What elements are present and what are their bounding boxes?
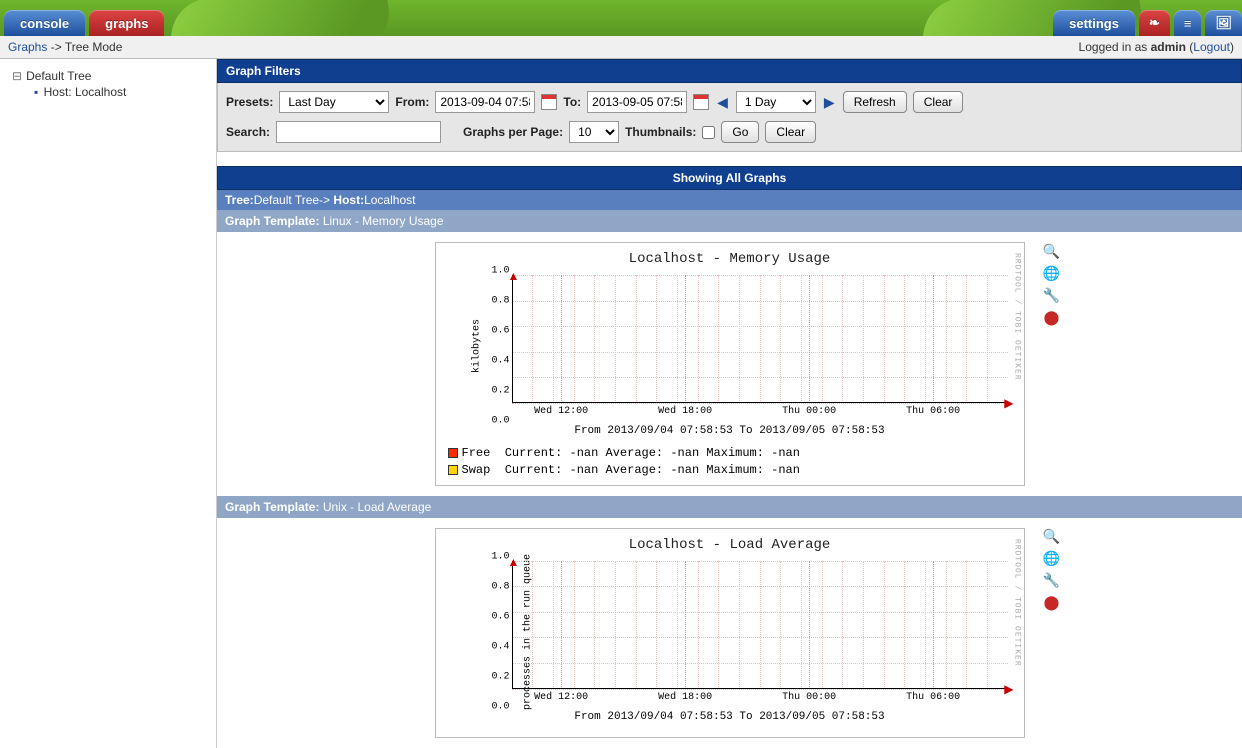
tree-root-label: Default Tree [26, 69, 91, 83]
logout-link[interactable]: Logout [1193, 40, 1230, 54]
graph-timerange: From 2013/09/04 07:58:53 To 2013/09/05 0… [444, 711, 1016, 723]
from-input[interactable] [435, 91, 535, 113]
login-user: admin [1151, 40, 1186, 54]
edit-icon[interactable]: 🔧 [1044, 573, 1060, 589]
calendar-icon[interactable] [693, 94, 709, 110]
arrow-right-icon: ▶ [1004, 682, 1013, 696]
go-button[interactable]: Go [721, 121, 759, 143]
csv-export-icon[interactable]: 🌐 [1044, 265, 1060, 281]
to-input[interactable] [587, 91, 687, 113]
edit-icon[interactable]: 🔧 [1044, 287, 1060, 303]
filters-header: Graph Filters [217, 59, 1242, 83]
list-icon: ≡ [1184, 16, 1192, 31]
host-value: Localhost [364, 193, 415, 207]
presets-label: Presets: [226, 95, 273, 109]
list-view-icon[interactable]: ≡ [1174, 10, 1202, 36]
graph-timerange: From 2013/09/04 07:58:53 To 2013/09/05 0… [444, 425, 1016, 437]
tree-host-label: Host: Localhost [44, 85, 127, 99]
tab-console[interactable]: console [4, 10, 85, 36]
graph-card[interactable]: RRDTOOL / TOBI OETIKER Localhost - Memor… [435, 242, 1025, 486]
arrow-up-icon: ▲ [508, 269, 520, 283]
tree-host-item[interactable]: ▪ Host: Localhost [4, 85, 212, 99]
thumbnails-checkbox[interactable] [702, 126, 715, 139]
csv-export-icon[interactable]: 🌐 [1044, 551, 1060, 567]
realtime-icon[interactable]: ⬤ [1044, 309, 1060, 325]
graph-legend: Free Current: -nan Average: -nan Maximum… [444, 445, 1016, 479]
breadcrumb-tail: -> Tree Mode [47, 40, 122, 54]
filters-panel: Presets: Last Day From: To: ◀ 1 Day ▶ Re… [217, 83, 1242, 152]
expand-icon[interactable]: ⊟ [12, 69, 22, 83]
presets-select[interactable]: Last Day [279, 91, 389, 113]
rrdtool-credit: RRDTOOL / TOBI OETIKER [1013, 253, 1022, 381]
tree-host-strip: Tree:Default Tree-> Host:Localhost [217, 190, 1242, 210]
host-icon: ▪ [34, 85, 38, 99]
picture-icon: 🖼 [1215, 15, 1232, 31]
timeshift-right-icon[interactable]: ▶ [822, 94, 837, 111]
tab-settings[interactable]: settings [1053, 10, 1135, 36]
breadcrumb-bar: Graphs -> Tree Mode Logged in as admin (… [0, 36, 1242, 59]
zoom-icon[interactable]: 🔍 [1044, 243, 1060, 259]
refresh-button[interactable]: Refresh [843, 91, 907, 113]
main-panel: Graph Filters Presets: Last Day From: To… [217, 59, 1242, 748]
clear-time-button[interactable]: Clear [913, 91, 964, 113]
tree-root[interactable]: ⊟ Default Tree [4, 67, 212, 85]
timespan-select[interactable]: 1 Day [736, 91, 816, 113]
graph-block: RRDTOOL / TOBI OETIKER Localhost - Load … [217, 518, 1242, 748]
y-axis-label: kilobytes [471, 319, 482, 373]
tree-value: Default Tree-> [254, 193, 334, 207]
decor-swoosh [162, 0, 398, 36]
search-input[interactable] [276, 121, 441, 143]
graph-template-strip: Graph Template: Linux - Memory Usage [217, 210, 1242, 232]
login-status: Logged in as admin (Logout) [1079, 40, 1234, 54]
tab-graphs[interactable]: graphs [89, 10, 164, 36]
tree-icon: ❧ [1149, 15, 1160, 31]
gpp-select[interactable]: 10 [569, 121, 619, 143]
thumbnails-label: Thumbnails: [625, 125, 696, 139]
arrow-up-icon: ▲ [508, 555, 520, 569]
graph-template-strip: Graph Template: Unix - Load Average [217, 496, 1242, 518]
search-label: Search: [226, 125, 270, 139]
realtime-icon[interactable]: ⬤ [1044, 595, 1060, 611]
chart-plot: processes in the run queue 0.00.20.40.60… [486, 557, 1008, 707]
graph-title: Localhost - Load Average [444, 537, 1016, 553]
calendar-icon[interactable] [541, 94, 557, 110]
top-nav: console graphs settings ❧ ≡ 🖼 [0, 0, 1242, 36]
login-prefix: Logged in as [1079, 40, 1151, 54]
arrow-right-icon: ▶ [1004, 396, 1013, 410]
tree-label: Tree: [225, 193, 254, 207]
clear-search-button[interactable]: Clear [765, 121, 816, 143]
tree-sidebar: ⊟ Default Tree ▪ Host: Localhost [0, 59, 217, 748]
graph-title: Localhost - Memory Usage [444, 251, 1016, 267]
rrdtool-credit: RRDTOOL / TOBI OETIKER [1013, 539, 1022, 667]
from-label: From: [395, 95, 429, 109]
tree-view-icon[interactable]: ❧ [1139, 10, 1170, 36]
timeshift-left-icon[interactable]: ◀ [715, 94, 730, 111]
graph-block: RRDTOOL / TOBI OETIKER Localhost - Memor… [217, 232, 1242, 496]
showing-all-header: Showing All Graphs [217, 166, 1242, 190]
zoom-icon[interactable]: 🔍 [1044, 529, 1060, 545]
chart-plot: kilobytes 0.00.20.40.60.81.0 ▲ ▶ Wed 12:… [486, 271, 1008, 421]
to-label: To: [563, 95, 581, 109]
breadcrumb-link[interactable]: Graphs [8, 40, 47, 54]
preview-view-icon[interactable]: 🖼 [1205, 10, 1242, 36]
graph-card[interactable]: RRDTOOL / TOBI OETIKER Localhost - Load … [435, 528, 1025, 738]
host-label: Host: [333, 193, 364, 207]
gpp-label: Graphs per Page: [463, 125, 563, 139]
